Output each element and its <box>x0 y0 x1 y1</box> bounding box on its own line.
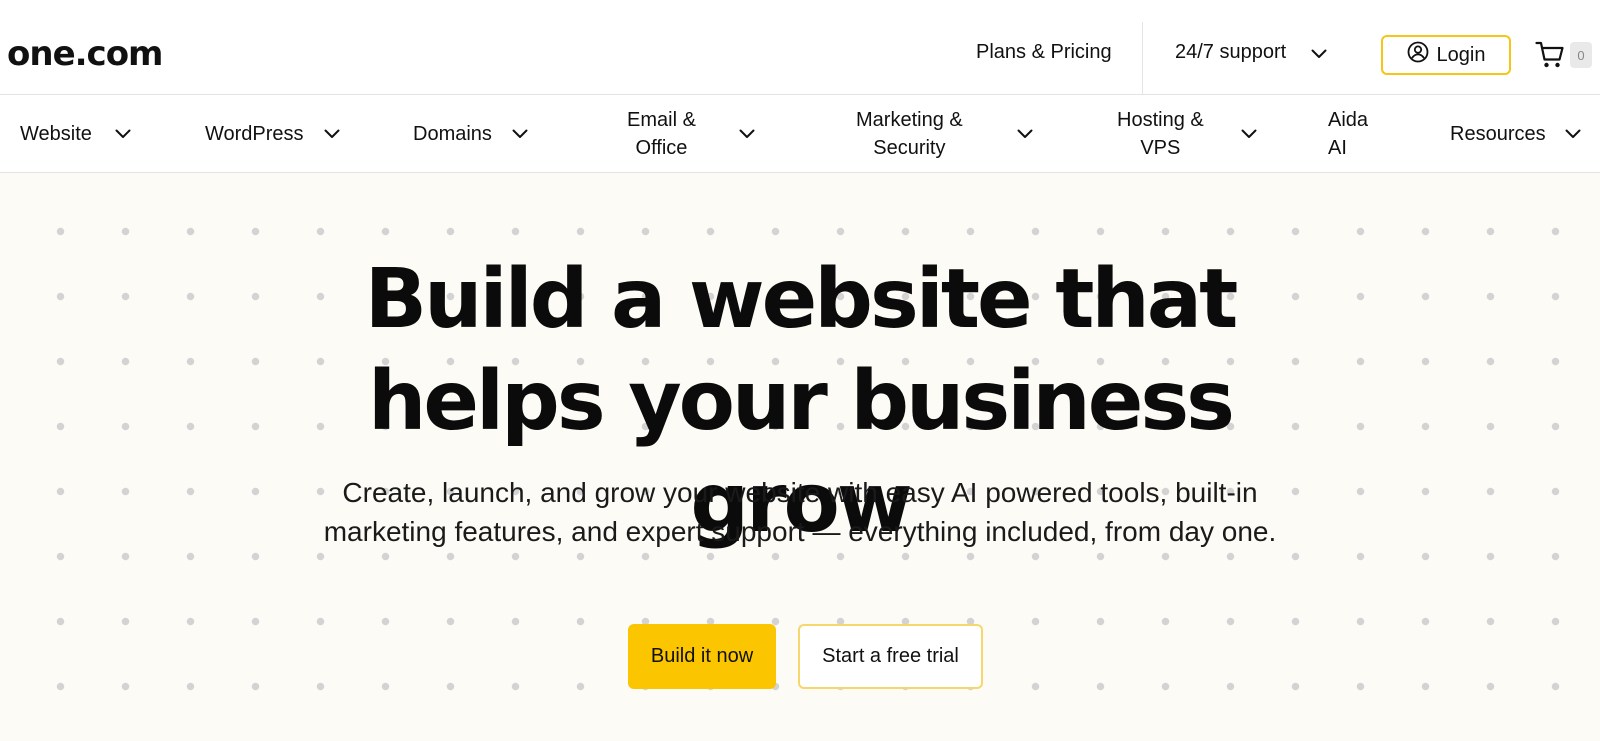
main-navigation: Website WordPress Domains Email & Office… <box>0 95 1600 173</box>
nav-item-hosting-vps[interactable]: Hosting & VPS <box>1117 95 1204 173</box>
shopping-cart-icon[interactable] <box>1535 41 1565 74</box>
nav-item-marketing-security[interactable]: Marketing & Security <box>856 95 963 173</box>
nav-item-label: Hosting & VPS <box>1117 109 1204 159</box>
chevron-down-icon[interactable] <box>1017 126 1033 144</box>
chevron-down-icon[interactable] <box>1311 46 1327 64</box>
chevron-down-icon[interactable] <box>739 126 755 144</box>
chevron-down-icon[interactable] <box>512 126 528 144</box>
nav-item-label: Aida AI <box>1328 109 1369 159</box>
nav-item-label: Domains <box>413 123 492 145</box>
nav-item-website[interactable]: Website <box>20 95 92 173</box>
nav-item-aida-ai[interactable]: Aida AI <box>1328 95 1368 173</box>
login-button[interactable]: Login <box>1381 35 1511 75</box>
chevron-down-icon[interactable] <box>115 126 131 144</box>
chevron-down-icon[interactable] <box>1565 126 1581 144</box>
chevron-down-icon[interactable] <box>324 126 340 144</box>
nav-item-label: WordPress <box>205 123 304 145</box>
site-logo[interactable]: one.com <box>7 30 163 78</box>
login-label: Login <box>1436 43 1486 66</box>
nav-item-label: Resources <box>1450 123 1546 145</box>
plans-pricing-link[interactable]: Plans & Pricing <box>976 40 1112 64</box>
nav-item-resources[interactable]: Resources <box>1450 95 1546 173</box>
nav-item-label: Website <box>20 123 92 145</box>
header-divider <box>1142 22 1143 94</box>
nav-item-wordpress[interactable]: WordPress <box>205 95 304 173</box>
cart-count-badge: 0 <box>1570 42 1592 68</box>
hero-subtitle: Create, launch, and grow your website wi… <box>323 477 1277 547</box>
build-it-now-button[interactable]: Build it now <box>628 624 776 689</box>
start-free-trial-button[interactable]: Start a free trial <box>798 624 983 689</box>
nav-item-domains[interactable]: Domains <box>413 95 492 173</box>
support-menu-label[interactable]: 24/7 support <box>1175 40 1286 64</box>
nav-item-email-office[interactable]: Email & Office <box>627 95 696 173</box>
nav-item-label: Marketing & Security <box>856 109 963 159</box>
user-circle-icon <box>1407 41 1429 69</box>
hero-title-line: Build a website that <box>364 252 1239 347</box>
nav-item-label: Email & Office <box>627 109 696 159</box>
hero-section: Build a website that helps your business… <box>0 173 1600 741</box>
top-header: one.com Plans & Pricing 24/7 support Log… <box>0 0 1600 95</box>
chevron-down-icon[interactable] <box>1241 126 1257 144</box>
